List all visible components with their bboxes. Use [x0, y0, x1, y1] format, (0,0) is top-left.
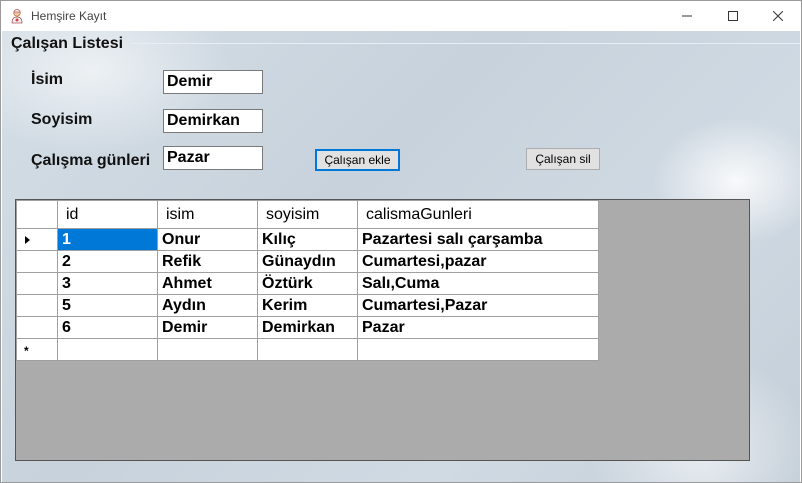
window-title: Hemşire Kayıt — [31, 9, 107, 23]
add-employee-button[interactable]: Çalışan ekle — [315, 149, 400, 171]
table-row[interactable]: 6 Demir Demirkan Pazar — [16, 316, 599, 339]
row-header[interactable]: * — [16, 338, 58, 361]
name-field[interactable]: Demir — [163, 70, 263, 94]
surname-label: Soyisim — [31, 111, 93, 128]
table-cell-calismagunleri[interactable]: Pazartesi salı çarşamba — [357, 228, 599, 251]
group-title: Çalışan Listesi — [11, 35, 124, 52]
group-divider — [132, 43, 800, 44]
surname-field[interactable]: Demirkan — [163, 109, 263, 133]
table-cell-id[interactable]: 3 — [57, 272, 158, 295]
delete-employee-button[interactable]: Çalışan sil — [526, 148, 600, 170]
workdays-field[interactable]: Pazar — [163, 146, 263, 170]
close-icon — [773, 11, 783, 21]
table-cell-calismagunleri[interactable]: Cumartesi,Pazar — [357, 294, 599, 317]
column-header-soyisim[interactable]: soyisim — [257, 200, 358, 229]
form-client-area: Çalışan Listesi İsim Demir Soyisim Demir… — [2, 31, 800, 482]
close-button[interactable] — [755, 1, 801, 31]
table-cell-soyisim[interactable]: Kılıç — [257, 228, 358, 251]
table-cell-id[interactable]: 6 — [57, 316, 158, 339]
name-label: İsim — [31, 71, 64, 88]
table-cell-isim[interactable]: Ahmet — [157, 272, 258, 295]
new-row-marker: * — [24, 344, 29, 358]
table-cell-calismagunleri[interactable]: Salı,Cuma — [357, 272, 599, 295]
table-row[interactable]: 1 Onur Kılıç Pazartesi salı çarşamba — [16, 228, 599, 251]
employee-table: id isim soyisim calismaGunleri 1 Onur Kı… — [16, 200, 599, 361]
table-cell-isim[interactable]: Onur — [157, 228, 258, 251]
maximize-button[interactable] — [710, 1, 756, 31]
table-cell-calismagunleri[interactable]: Cumartesi,pazar — [357, 250, 599, 273]
table-cell-isim[interactable]: Aydın — [157, 294, 258, 317]
column-header-calismagunleri[interactable]: calismaGunleri — [357, 200, 599, 229]
table-row[interactable]: 3 Ahmet Öztürk Salı,Cuma — [16, 272, 599, 295]
row-header[interactable] — [16, 250, 58, 273]
table-row[interactable]: 2 Refik Günaydın Cumartesi,pazar — [16, 250, 599, 273]
table-cell-id[interactable]: 2 — [57, 250, 158, 273]
table-cell-soyisim[interactable]: Kerim — [257, 294, 358, 317]
table-cell-calismagunleri[interactable] — [357, 338, 599, 361]
table-row[interactable]: 5 Aydın Kerim Cumartesi,Pazar — [16, 294, 599, 317]
table-cell-soyisim[interactable]: Öztürk — [257, 272, 358, 295]
minimize-icon — [682, 15, 692, 17]
row-header[interactable] — [16, 316, 58, 339]
table-cell-id[interactable] — [57, 338, 158, 361]
table-cell-soyisim[interactable] — [257, 338, 358, 361]
table-cell-id[interactable]: 5 — [57, 294, 158, 317]
new-table-row[interactable]: * — [16, 338, 599, 361]
table-cell-id[interactable]: 1 — [57, 228, 158, 251]
table-header-row: id isim soyisim calismaGunleri — [16, 200, 599, 229]
row-header[interactable] — [16, 272, 58, 295]
workdays-label: Çalışma günleri — [31, 152, 151, 169]
row-header[interactable] — [16, 294, 58, 317]
maximize-icon — [728, 11, 738, 21]
minimize-button[interactable] — [664, 1, 710, 31]
employee-grid[interactable]: id isim soyisim calismaGunleri 1 Onur Kı… — [15, 199, 750, 461]
column-header-id[interactable]: id — [57, 200, 158, 229]
row-header-corner — [16, 200, 58, 229]
row-header[interactable] — [16, 228, 58, 251]
title-bar[interactable]: Hemşire Kayıt — [1, 1, 801, 31]
nurse-app-icon — [11, 9, 23, 24]
table-cell-isim[interactable] — [157, 338, 258, 361]
app-window: Hemşire Kayıt Çalışan Listesi İsim Demir… — [0, 0, 802, 483]
current-row-arrow-icon — [25, 236, 30, 244]
table-cell-isim[interactable]: Refik — [157, 250, 258, 273]
table-cell-soyisim[interactable]: Demirkan — [257, 316, 358, 339]
column-header-isim[interactable]: isim — [157, 200, 258, 229]
table-cell-calismagunleri[interactable]: Pazar — [357, 316, 599, 339]
table-cell-isim[interactable]: Demir — [157, 316, 258, 339]
table-cell-soyisim[interactable]: Günaydın — [257, 250, 358, 273]
